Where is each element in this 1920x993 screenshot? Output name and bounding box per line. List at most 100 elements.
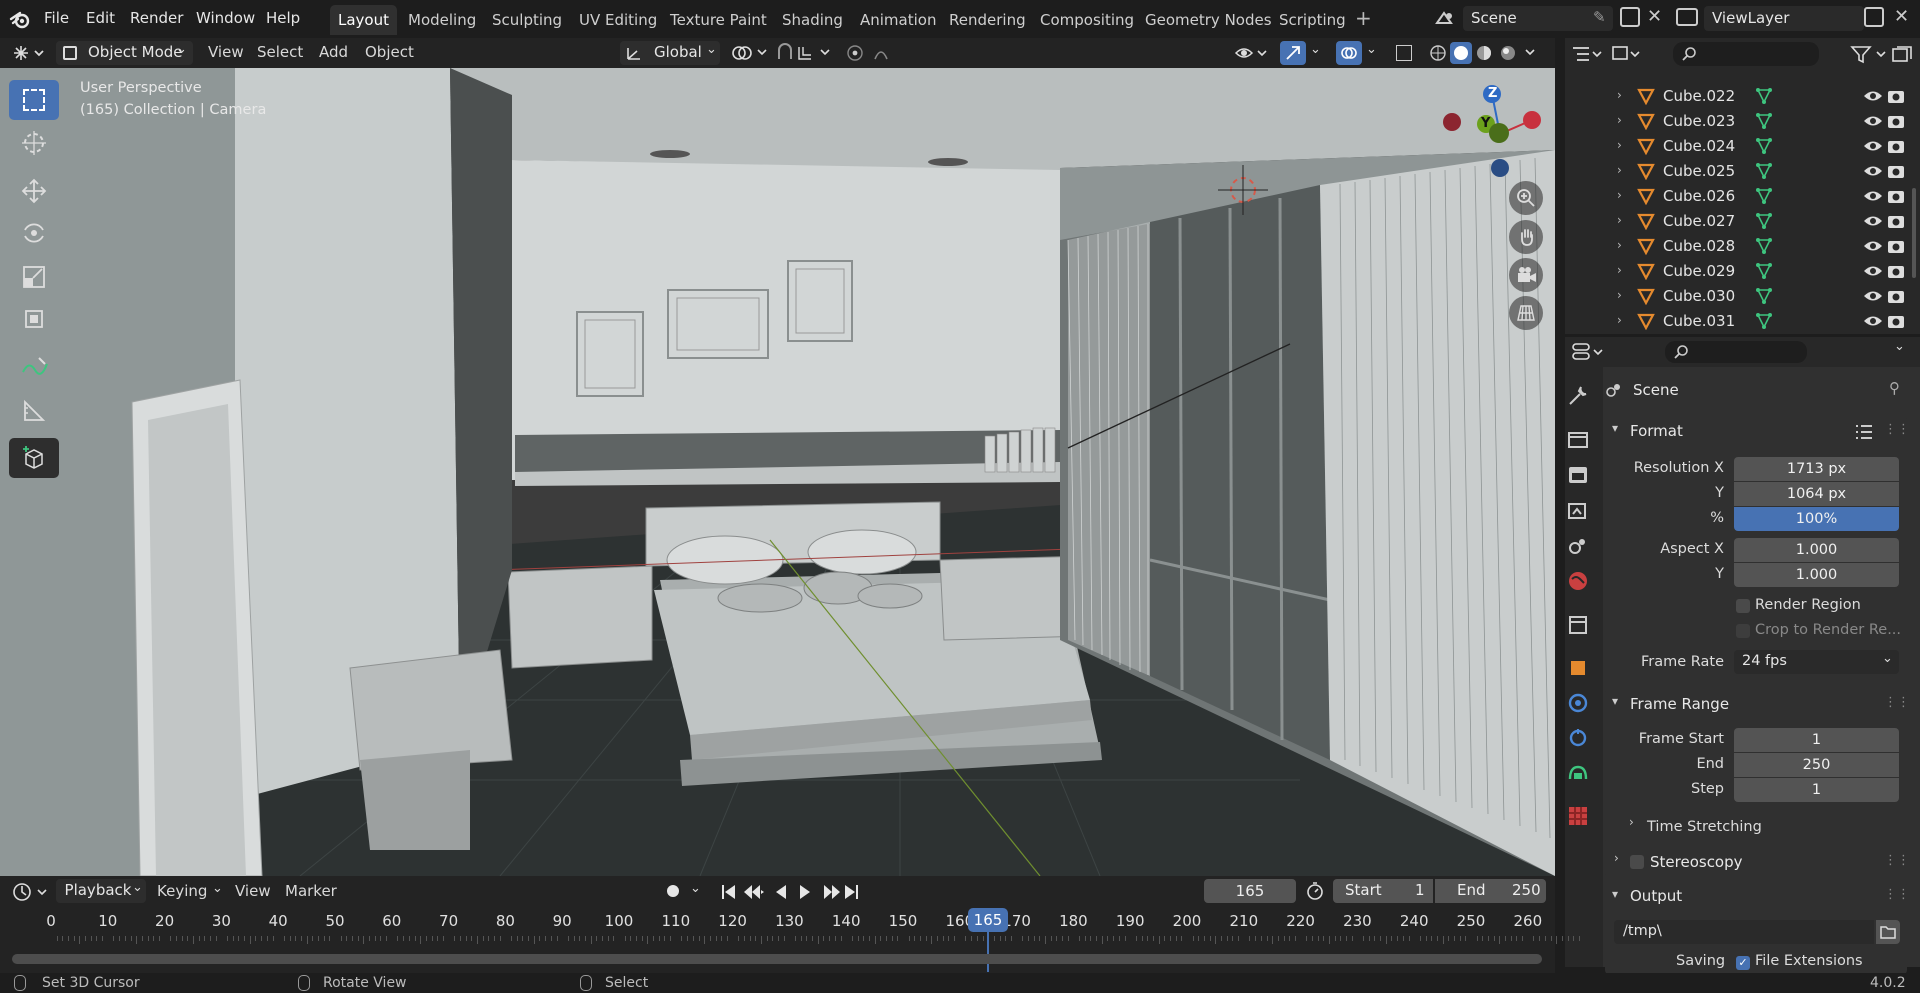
expand-arrow-icon[interactable]: › <box>1617 88 1622 102</box>
eye-icon[interactable] <box>1863 113 1883 129</box>
expand-arrow-icon[interactable]: › <box>1617 313 1622 327</box>
file-extensions-checkbox[interactable]: ✓ <box>1736 956 1750 970</box>
mesh-data-icon[interactable] <box>1755 162 1773 180</box>
outliner-item-name[interactable]: Cube.024 <box>1663 137 1735 155</box>
outliner-row[interactable]: › Cube.023 <box>1565 109 1905 134</box>
output-path-input[interactable]: /tmp\ <box>1614 920 1874 944</box>
camera-icon[interactable] <box>1887 112 1905 130</box>
current-frame-field[interactable]: 165 <box>1204 879 1296 903</box>
eye-icon[interactable] <box>1863 138 1883 154</box>
mesh-data-icon[interactable] <box>1755 87 1773 105</box>
blender-logo-icon[interactable] <box>9 10 31 30</box>
playback-menu[interactable]: Playback ⌄ <box>56 879 146 903</box>
chevron-down-icon[interactable]: ⌄ <box>212 881 223 896</box>
proportional-editing-icon[interactable] <box>845 43 905 63</box>
cursor-tool[interactable] <box>9 122 59 162</box>
resolution-x-field[interactable]: 1713 px <box>1734 457 1899 481</box>
camera-icon[interactable] <box>1887 212 1905 230</box>
mesh-data-icon[interactable] <box>1755 237 1773 255</box>
outliner-item-name[interactable]: Cube.028 <box>1663 237 1735 255</box>
expand-arrow-icon[interactable]: › <box>1617 263 1622 277</box>
3d-viewport[interactable]: User Perspective (165) Collection | Came… <box>0 68 1555 876</box>
mesh-data-icon[interactable] <box>1755 112 1773 130</box>
menu-view[interactable]: View <box>208 43 244 61</box>
tab-compositing[interactable]: Compositing <box>1032 5 1142 35</box>
menu-select[interactable]: Select <box>257 43 303 61</box>
add-cube-tool[interactable] <box>9 438 59 478</box>
mesh-data-icon[interactable] <box>1755 312 1773 330</box>
outliner-item-name[interactable]: Cube.029 <box>1663 262 1735 280</box>
outliner-search-input[interactable] <box>1673 42 1819 66</box>
close-scene-icon[interactable]: ✕ <box>1647 6 1662 27</box>
scene-selector[interactable]: Scene <box>1463 6 1613 31</box>
outliner-row[interactable]: › Cube.029 <box>1565 259 1905 284</box>
menu-render[interactable]: Render <box>130 9 183 27</box>
resolution-percent-slider[interactable]: 100% <box>1734 507 1899 531</box>
tab-sculpting[interactable]: Sculpting <box>484 5 570 35</box>
pivot-point-icon[interactable] <box>730 44 770 62</box>
time-stretching-header[interactable]: Time Stretching <box>1647 819 1762 835</box>
expand-arrow-icon[interactable]: › <box>1617 138 1622 152</box>
stereoscopy-checkbox[interactable] <box>1630 855 1644 869</box>
mesh-data-icon[interactable] <box>1755 212 1773 230</box>
zoom-button[interactable] <box>1509 181 1543 215</box>
new-viewlayer-icon[interactable] <box>1864 7 1884 27</box>
tab-rendering[interactable]: Rendering <box>941 5 1034 35</box>
format-header[interactable]: Format <box>1630 422 1683 440</box>
expand-arrow-icon[interactable]: › <box>1617 288 1622 302</box>
render-tab-icon[interactable] <box>1566 427 1590 451</box>
frame-rate-dropdown[interactable]: 24 fps ⌄ <box>1734 650 1899 674</box>
xray-icon[interactable] <box>1396 45 1412 61</box>
select-box-tool[interactable] <box>9 80 59 120</box>
world-tab-icon[interactable] <box>1566 569 1590 593</box>
expand-arrow-icon[interactable]: › <box>1617 163 1622 177</box>
viewlayer-icon[interactable] <box>1676 8 1698 26</box>
mode-selector[interactable]: Object Mode ⌄ <box>56 41 193 65</box>
chevron-down-icon[interactable]: ▾ <box>1612 694 1618 708</box>
object-tab-icon[interactable] <box>1566 656 1590 680</box>
outliner-editor-icon[interactable] <box>1571 44 1603 64</box>
expand-arrow-icon[interactable]: › <box>1617 188 1622 202</box>
chevron-down-icon[interactable]: ▾ <box>1612 421 1618 435</box>
mesh-data-icon[interactable] <box>1755 187 1773 205</box>
expand-arrow-icon[interactable]: › <box>1617 113 1622 127</box>
scale-tool[interactable] <box>9 256 59 296</box>
resolution-y-field[interactable]: 1064 px <box>1734 482 1899 506</box>
tab-layout[interactable]: Layout <box>330 5 397 35</box>
output-tab-icon[interactable] <box>1566 463 1590 487</box>
outliner-item-name[interactable]: Cube.031 <box>1663 312 1735 330</box>
add-workspace-icon[interactable]: + <box>1355 6 1372 30</box>
menu-file[interactable]: File <box>44 9 69 27</box>
expand-arrow-icon[interactable]: › <box>1617 213 1622 227</box>
view-layer-tab-icon[interactable] <box>1566 499 1590 523</box>
drag-handle-icon[interactable]: ⋮⋮ <box>1884 853 1910 868</box>
outliner-item-name[interactable]: Cube.023 <box>1663 112 1735 130</box>
menu-edit[interactable]: Edit <box>86 9 115 27</box>
stopwatch-icon[interactable] <box>1305 881 1325 901</box>
frame-range-header[interactable]: Frame Range <box>1630 695 1729 713</box>
tab-geometry-nodes[interactable]: Geometry Nodes <box>1137 5 1280 35</box>
modifier-tab-icon[interactable] <box>1566 691 1590 715</box>
render-region-checkbox[interactable] <box>1736 599 1750 613</box>
timeline-view-menu[interactable]: View <box>235 882 271 900</box>
outliner-row[interactable]: › Cube.024 <box>1565 134 1905 159</box>
mesh-data-icon[interactable] <box>1755 287 1773 305</box>
menu-add[interactable]: Add <box>319 43 348 61</box>
eye-icon[interactable] <box>1863 163 1883 179</box>
new-scene-icon[interactable] <box>1620 7 1640 27</box>
browse-folder-button[interactable] <box>1876 920 1900 944</box>
tool-tab-icon[interactable] <box>1566 384 1590 408</box>
tab-uv-editing[interactable]: UV Editing <box>571 5 665 35</box>
outliner-item-name[interactable]: Cube.022 <box>1663 87 1735 105</box>
outliner-row[interactable]: › Cube.030 <box>1565 284 1905 309</box>
close-viewlayer-icon[interactable]: ✕ <box>1894 6 1909 27</box>
eye-icon[interactable] <box>1863 313 1883 329</box>
record-icon[interactable] <box>667 885 679 897</box>
outliner-row[interactable]: › Cube.022 <box>1565 84 1905 109</box>
tab-texture-paint[interactable]: Texture Paint <box>662 5 775 35</box>
new-collection-icon[interactable] <box>1891 45 1913 63</box>
playhead-indicator[interactable]: 165 <box>968 908 1008 932</box>
camera-icon[interactable] <box>1887 312 1905 330</box>
annotate-tool[interactable] <box>9 346 59 386</box>
scene-tab-icon[interactable] <box>1566 534 1590 558</box>
